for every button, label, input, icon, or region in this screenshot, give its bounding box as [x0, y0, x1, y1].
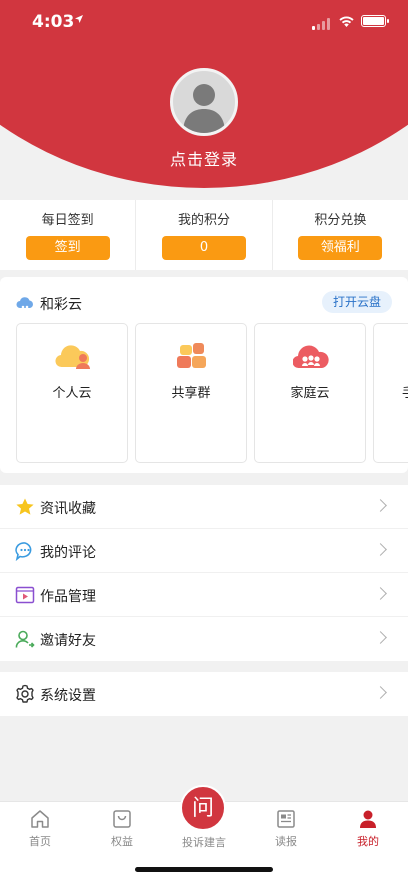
home-icon	[31, 810, 49, 828]
open-cloud-button[interactable]: 打开云盘	[322, 291, 392, 313]
menu-item-favorites[interactable]: 资讯收藏	[0, 485, 408, 529]
chevron-right-icon	[374, 499, 387, 512]
tab-label: 我的	[357, 835, 379, 848]
menu-item-label: 邀请好友	[40, 633, 96, 649]
location-arrow-icon	[74, 14, 84, 27]
tab-benefits[interactable]: 权益	[92, 808, 152, 849]
daily-checkin: 每日签到 签到	[0, 200, 135, 270]
cloud-card-label: 个人云	[52, 386, 92, 401]
home-indicator	[135, 867, 273, 872]
cloud-section: 和彩云 打开云盘 个人云 共享群 家庭云	[0, 277, 408, 473]
points-button[interactable]: 0	[161, 236, 246, 260]
status-time: 4:03	[32, 12, 75, 32]
complaint-button[interactable]: 问	[180, 785, 226, 831]
cloud-title: 和彩云	[40, 297, 82, 313]
my-points: 我的积分 0	[135, 200, 271, 270]
menu-item-label: 作品管理	[40, 589, 96, 605]
menu-item-label: 我的评论	[40, 545, 96, 561]
settings-section: 系统设置	[0, 672, 408, 716]
status-bar: 4:03	[0, 0, 408, 44]
tab-label: 权益	[111, 835, 133, 848]
menu-item-works[interactable]: 作品管理	[0, 573, 408, 617]
chevron-right-icon	[374, 631, 387, 644]
cloud-card-share-group[interactable]: 共享群	[135, 323, 247, 463]
avatar[interactable]	[170, 68, 238, 136]
menu-item-invite[interactable]: 邀请好友	[0, 617, 408, 661]
tab-home[interactable]: 首页	[10, 808, 70, 849]
user-icon	[360, 810, 376, 828]
gear-icon	[16, 684, 34, 703]
tab-label: 读报	[275, 835, 297, 848]
personal-cloud-icon	[55, 345, 90, 369]
my-points-label: 我的积分	[177, 213, 230, 228]
chevron-right-icon	[374, 587, 387, 600]
chevron-right-icon	[374, 686, 387, 699]
stats-panel: 每日签到 签到 我的积分 0 积分兑换 领福利	[0, 200, 408, 270]
tab-news[interactable]: 读报	[256, 808, 316, 849]
battery-icon	[361, 15, 389, 27]
points-exchange: 积分兑换 领福利	[271, 200, 408, 270]
cloud-card-label: 共享群	[171, 386, 211, 401]
cloud-card-label: 家庭云	[290, 386, 330, 401]
menu-item-label: 资讯收藏	[40, 501, 96, 517]
daily-checkin-label: 每日签到	[41, 213, 94, 228]
checkin-button[interactable]: 签到	[25, 236, 110, 260]
chevron-right-icon	[374, 543, 387, 556]
points-exchange-label: 积分兑换	[314, 213, 367, 228]
cloud-card-family[interactable]: 家庭云	[254, 323, 366, 463]
comment-icon	[15, 542, 32, 561]
claim-benefits-button[interactable]: 领福利	[298, 236, 383, 260]
complaint-label[interactable]: 投诉建言	[168, 834, 240, 850]
newspaper-icon	[277, 810, 295, 828]
cloud-card-personal[interactable]: 个人云	[16, 323, 128, 463]
cloud-cards: 个人云 共享群 家庭云	[16, 323, 408, 465]
tab-mine[interactable]: 我的	[338, 808, 398, 849]
cloud-card-label: 手	[374, 382, 408, 401]
profile-page: 4:03 点击登录 每日签到 签到 我的积分 0 积分兑换 领福利 和彩云 打开…	[0, 0, 408, 883]
star-icon	[16, 498, 34, 515]
tab-label: 首页	[29, 835, 51, 848]
shopping-bag-icon	[113, 810, 131, 828]
invite-user-icon	[15, 630, 35, 648]
cloud-card-partial[interactable]: 手	[373, 323, 408, 463]
video-icon	[15, 586, 35, 604]
family-cloud-icon	[293, 345, 329, 369]
menu-item-comments[interactable]: 我的评论	[0, 529, 408, 573]
menu-item-settings[interactable]: 系统设置	[0, 672, 408, 716]
wifi-icon	[338, 13, 355, 32]
login-link[interactable]: 点击登录	[0, 146, 408, 170]
menu-item-label: 系统设置	[40, 688, 96, 704]
cloud-logo-icon	[16, 295, 34, 314]
share-group-icon	[177, 343, 206, 368]
cellular-signal-icon	[312, 15, 330, 34]
profile-header: 4:03 点击登录	[0, 0, 408, 200]
menu-list: 资讯收藏 我的评论 作品管理 邀请好友	[0, 485, 408, 661]
